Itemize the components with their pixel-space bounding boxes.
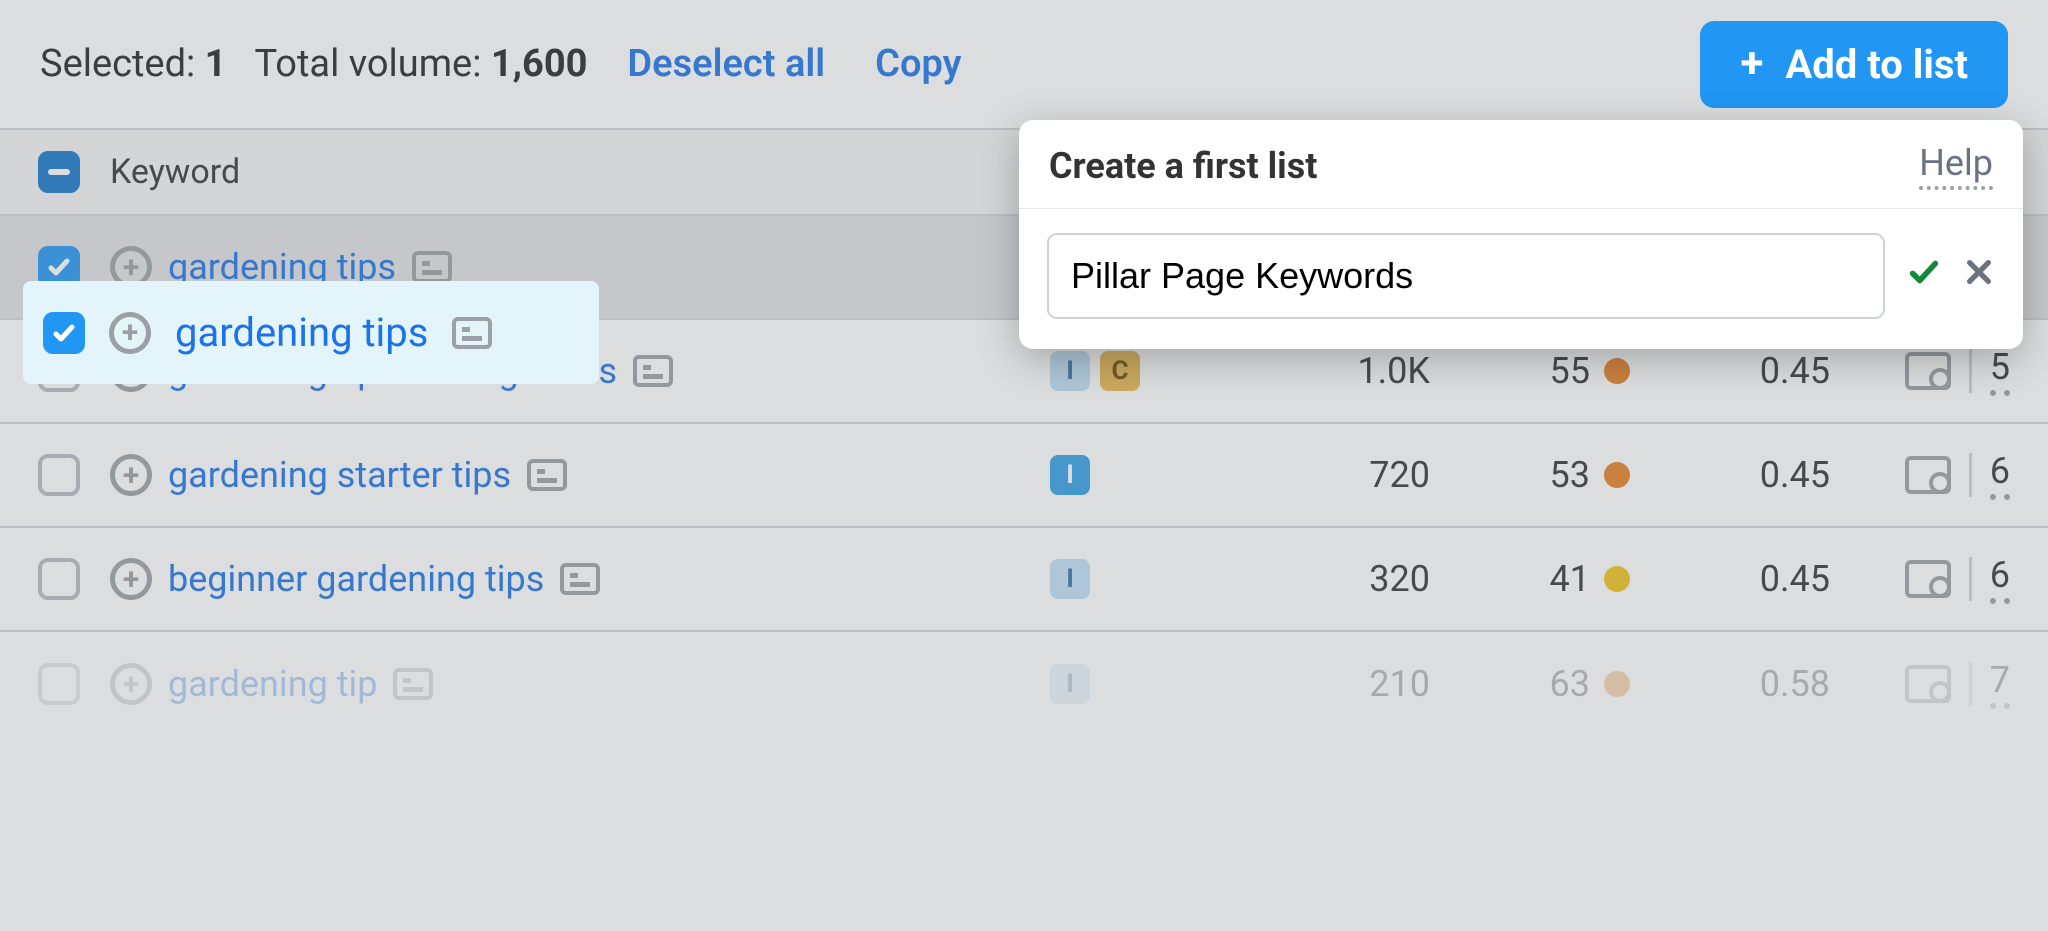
- kd-value: 63: [1550, 663, 1590, 705]
- volume-cell: 210: [1240, 663, 1430, 705]
- keyword-link[interactable]: gardening starter tips: [168, 454, 511, 496]
- confirm-icon[interactable]: [1907, 255, 1941, 298]
- add-to-list-label: Add to list: [1785, 41, 1968, 88]
- copy-button[interactable]: Copy: [875, 42, 961, 86]
- kd-dot-icon: [1604, 671, 1630, 697]
- kd-value: 55: [1550, 350, 1590, 392]
- row-checkbox[interactable]: [43, 312, 85, 354]
- help-link[interactable]: Help: [1919, 142, 1993, 190]
- serp-snapshot-icon[interactable]: [1905, 560, 1951, 598]
- cancel-icon[interactable]: [1963, 255, 1995, 297]
- serp-features-count[interactable]: 6: [1990, 554, 2010, 604]
- divider: [1969, 662, 1972, 706]
- cpc-cell: 0.58: [1630, 663, 1830, 705]
- create-list-popover: Create a first list Help: [1019, 120, 2023, 349]
- selected-keyword-card: + gardening tips: [23, 281, 599, 384]
- kd-value: 53: [1550, 454, 1590, 496]
- cpc-cell: 0.45: [1630, 350, 1830, 392]
- serp-snapshot-icon[interactable]: [1905, 665, 1951, 703]
- serp-features-count[interactable]: 7: [1990, 659, 2010, 709]
- intent-badge-commercial: C: [1100, 351, 1140, 391]
- expand-icon[interactable]: +: [109, 312, 151, 354]
- serp-features-icon[interactable]: [412, 251, 452, 283]
- kd-dot-icon: [1604, 462, 1630, 488]
- intent-badge-informational: I: [1050, 559, 1090, 599]
- table-row: + gardening tip I 210 63 0.58 7: [0, 632, 2048, 736]
- cpc-cell: 0.45: [1630, 454, 1830, 496]
- serp-features-count[interactable]: 6: [1990, 450, 2010, 500]
- kd-dot-icon: [1604, 358, 1630, 384]
- intent-badge-informational: I: [1050, 351, 1090, 391]
- serp-features-icon[interactable]: [452, 317, 492, 349]
- list-name-input[interactable]: [1047, 233, 1885, 319]
- divider: [1969, 453, 1972, 497]
- selected-count: 1: [205, 42, 227, 86]
- total-volume-value: 1,600: [491, 42, 588, 86]
- row-checkbox[interactable]: [38, 663, 80, 705]
- intent-badge-informational: I: [1050, 664, 1090, 704]
- divider: [1969, 349, 1972, 393]
- add-to-list-button[interactable]: + Add to list: [1700, 21, 2008, 108]
- row-checkbox[interactable]: [38, 454, 80, 496]
- volume-cell: 1.0K: [1240, 350, 1430, 392]
- expand-icon[interactable]: +: [110, 454, 152, 496]
- expand-icon[interactable]: +: [110, 558, 152, 600]
- select-all-checkbox[interactable]: [38, 151, 80, 193]
- volume-cell: 720: [1240, 454, 1430, 496]
- selected-label: Selected:: [40, 42, 195, 86]
- divider: [1969, 557, 1972, 601]
- keyword-link[interactable]: gardening tips: [175, 309, 428, 356]
- keyword-link[interactable]: beginner gardening tips: [168, 558, 544, 600]
- expand-icon[interactable]: +: [110, 663, 152, 705]
- cpc-cell: 0.45: [1630, 558, 1830, 600]
- serp-snapshot-icon[interactable]: [1905, 456, 1951, 494]
- volume-cell: 320: [1240, 558, 1430, 600]
- popover-title: Create a first list: [1049, 145, 1317, 187]
- selection-toolbar: Selected: 1 Total volume: 1,600 Deselect…: [0, 0, 2048, 130]
- deselect-all-button[interactable]: Deselect all: [627, 42, 825, 86]
- serp-features-icon[interactable]: [527, 459, 567, 491]
- intent-badge-informational: I: [1050, 455, 1090, 495]
- serp-features-count[interactable]: 5: [1990, 346, 2010, 396]
- total-volume-label: Total volume:: [254, 42, 481, 86]
- keyword-link[interactable]: gardening tip: [168, 663, 377, 705]
- kd-value: 41: [1550, 558, 1590, 600]
- serp-snapshot-icon[interactable]: [1905, 352, 1951, 390]
- table-row: + gardening starter tips I 720 53 0.45 6: [0, 424, 2048, 528]
- serp-features-icon[interactable]: [393, 668, 433, 700]
- row-checkbox[interactable]: [38, 558, 80, 600]
- header-keyword[interactable]: Keyword: [110, 152, 240, 192]
- serp-features-icon[interactable]: [633, 355, 673, 387]
- kd-dot-icon: [1604, 566, 1630, 592]
- serp-features-icon[interactable]: [560, 563, 600, 595]
- table-row: + beginner gardening tips I 320 41 0.45 6: [0, 528, 2048, 632]
